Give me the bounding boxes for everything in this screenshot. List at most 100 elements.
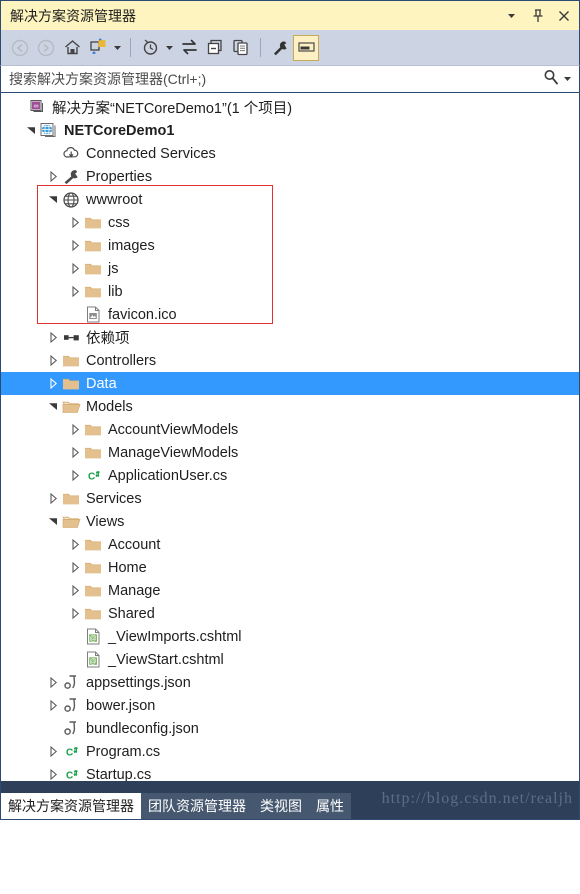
tree-collapsed-chevron-icon[interactable] (67, 211, 83, 234)
tree-node-favicon.ico[interactable]: favicon.ico (1, 303, 579, 326)
bottom-tab-2[interactable]: 团队资源管理器 (141, 793, 253, 819)
tree-node-label: lib (108, 283, 123, 300)
tree-node-bundleconfig.json[interactable]: bundleconfig.json (1, 717, 579, 740)
tree-node-applicationuser.cs[interactable]: C ApplicationUser.cs (1, 464, 579, 487)
bottom-tab-1[interactable]: 解决方案资源管理器 (1, 793, 141, 819)
tree-node-bower.json[interactable]: bower.json (1, 694, 579, 717)
tree-node-appsettings.json[interactable]: appsettings.json (1, 671, 579, 694)
bottom-tab-4[interactable]: 属性 (309, 793, 351, 819)
search-input[interactable] (1, 70, 543, 88)
tree-collapsed-chevron-icon[interactable] (45, 740, 61, 763)
tree-collapsed-chevron-icon[interactable] (67, 234, 83, 257)
tree-node-label: _ViewImports.cshtml (108, 628, 242, 645)
wrench-icon (61, 167, 81, 187)
tree-node-models[interactable]: Models (1, 395, 579, 418)
tree-expanded-chevron-icon[interactable] (45, 510, 61, 533)
tree-node-label: favicon.ico (108, 306, 177, 323)
show-all-files-button[interactable] (228, 35, 254, 61)
tree-collapsed-chevron-icon[interactable] (45, 165, 61, 188)
cshtml-file-icon: @ (83, 627, 103, 647)
tree-node-[interactable]: 依赖项 (1, 326, 579, 349)
tree-node-lib[interactable]: lib (1, 280, 579, 303)
home-button[interactable] (59, 35, 85, 61)
dropdown-menu-button[interactable] (504, 7, 519, 25)
tree-node-home[interactable]: Home (1, 556, 579, 579)
tree-collapsed-chevron-icon[interactable] (67, 280, 83, 303)
bottom-tab-bar: 解决方案资源管理器 团队资源管理器 类视图 属性 http://blog.csdn.n… (0, 781, 580, 820)
pending-changes-dropdown-button[interactable] (163, 35, 176, 61)
tree-collapsed-chevron-icon[interactable] (67, 418, 83, 441)
tree-node-views[interactable]: Views (1, 510, 579, 533)
image-file-icon (83, 305, 103, 325)
tree-node-label: bower.json (86, 697, 156, 714)
tree-collapsed-chevron-icon[interactable] (45, 487, 61, 510)
preview-selected-items-button[interactable] (293, 34, 319, 61)
tree-node-account[interactable]: Account (1, 533, 579, 556)
tree-collapsed-chevron-icon[interactable] (67, 602, 83, 625)
solution-icon: ∞ (27, 98, 47, 118)
tree-node-connected-services[interactable]: Connected Services (1, 142, 579, 165)
tree-node-netcoredemo1[interactable]: NETCoreDemo1 (1, 119, 579, 142)
close-button[interactable] (556, 7, 571, 25)
tree-node-netcoredemo1-1[interactable]: ∞ 解决方案“NETCoreDemo1”(1 个项目) (1, 96, 579, 119)
folder-icon (83, 558, 103, 578)
tree-node-manageviewmodels[interactable]: ManageViewModels (1, 441, 579, 464)
tree-collapsed-chevron-icon[interactable] (45, 763, 61, 781)
tree-node-program.cs[interactable]: C Program.cs (1, 740, 579, 763)
tree-expanded-chevron-icon[interactable] (45, 395, 61, 418)
tree-node-properties[interactable]: Properties (1, 165, 579, 188)
tree-collapsed-chevron-icon[interactable] (45, 694, 61, 717)
tree-expanded-chevron-icon[interactable] (23, 119, 39, 142)
refresh-button[interactable] (176, 35, 202, 61)
dependencies-icon (61, 328, 81, 348)
tree-collapsed-chevron-icon[interactable] (67, 533, 83, 556)
svg-text:@: @ (89, 635, 96, 642)
csharp-file-icon: C (61, 765, 81, 781)
solution-tree[interactable]: ∞ 解决方案“NETCoreDemo1”(1 个项目) NETCoreDemo1… (0, 93, 580, 781)
search-icon[interactable] (543, 69, 559, 90)
tree-node-viewstart.cshtml[interactable]: @ _ViewStart.cshtml (1, 648, 579, 671)
pin-button[interactable] (530, 7, 545, 25)
pending-changes-button[interactable] (137, 35, 163, 61)
tree-collapsed-chevron-icon[interactable] (67, 579, 83, 602)
title-bar: 解决方案资源管理器 (0, 0, 580, 30)
properties-button[interactable] (267, 35, 293, 61)
tree-collapsed-chevron-icon[interactable] (67, 441, 83, 464)
tree-collapsed-chevron-icon[interactable] (45, 671, 61, 694)
tree-collapsed-chevron-icon[interactable] (45, 372, 61, 395)
tree-collapsed-chevron-icon[interactable] (67, 464, 83, 487)
tree-node-services[interactable]: Services (1, 487, 579, 510)
tree-collapsed-chevron-icon[interactable] (67, 556, 83, 579)
bottom-tab-3[interactable]: 类视图 (253, 793, 309, 819)
tree-node-label: 解决方案“NETCoreDemo1”(1 个项目) (52, 101, 293, 117)
tree-node-data[interactable]: Data (1, 372, 579, 395)
tree-node-wwwroot[interactable]: wwwroot (1, 188, 579, 211)
tree-node-manage[interactable]: Manage (1, 579, 579, 602)
tree-expanded-chevron-icon[interactable] (45, 188, 61, 211)
tree-node-label: 依赖项 (86, 331, 130, 347)
tree-node-startup.cs[interactable]: C Startup.cs (1, 763, 579, 781)
search-options-dropdown-icon[interactable] (563, 70, 572, 88)
folder-icon (83, 604, 103, 624)
tree-collapsed-chevron-icon[interactable] (45, 326, 61, 349)
title-bar-buttons (504, 7, 579, 25)
connected-services-icon (61, 144, 81, 164)
sync-dropdown-button[interactable] (111, 35, 124, 61)
tree-node-css[interactable]: css (1, 211, 579, 234)
tree-node-js[interactable]: js (1, 257, 579, 280)
tree-node-images[interactable]: images (1, 234, 579, 257)
collapse-all-button[interactable] (202, 35, 228, 61)
tree-node-label: Models (86, 398, 133, 415)
folder-icon (83, 535, 103, 555)
folder-icon (61, 374, 81, 394)
forward-button[interactable] (33, 35, 59, 61)
tree-node-viewimports.cshtml[interactable]: @ _ViewImports.cshtml (1, 625, 579, 648)
tree-node-controllers[interactable]: Controllers (1, 349, 579, 372)
sync-document-button[interactable] (85, 35, 111, 61)
tree-collapsed-chevron-icon[interactable] (45, 349, 61, 372)
tree-node-accountviewmodels[interactable]: AccountViewModels (1, 418, 579, 441)
tree-node-shared[interactable]: Shared (1, 602, 579, 625)
back-button[interactable] (7, 35, 33, 61)
tree-collapsed-chevron-icon[interactable] (67, 257, 83, 280)
